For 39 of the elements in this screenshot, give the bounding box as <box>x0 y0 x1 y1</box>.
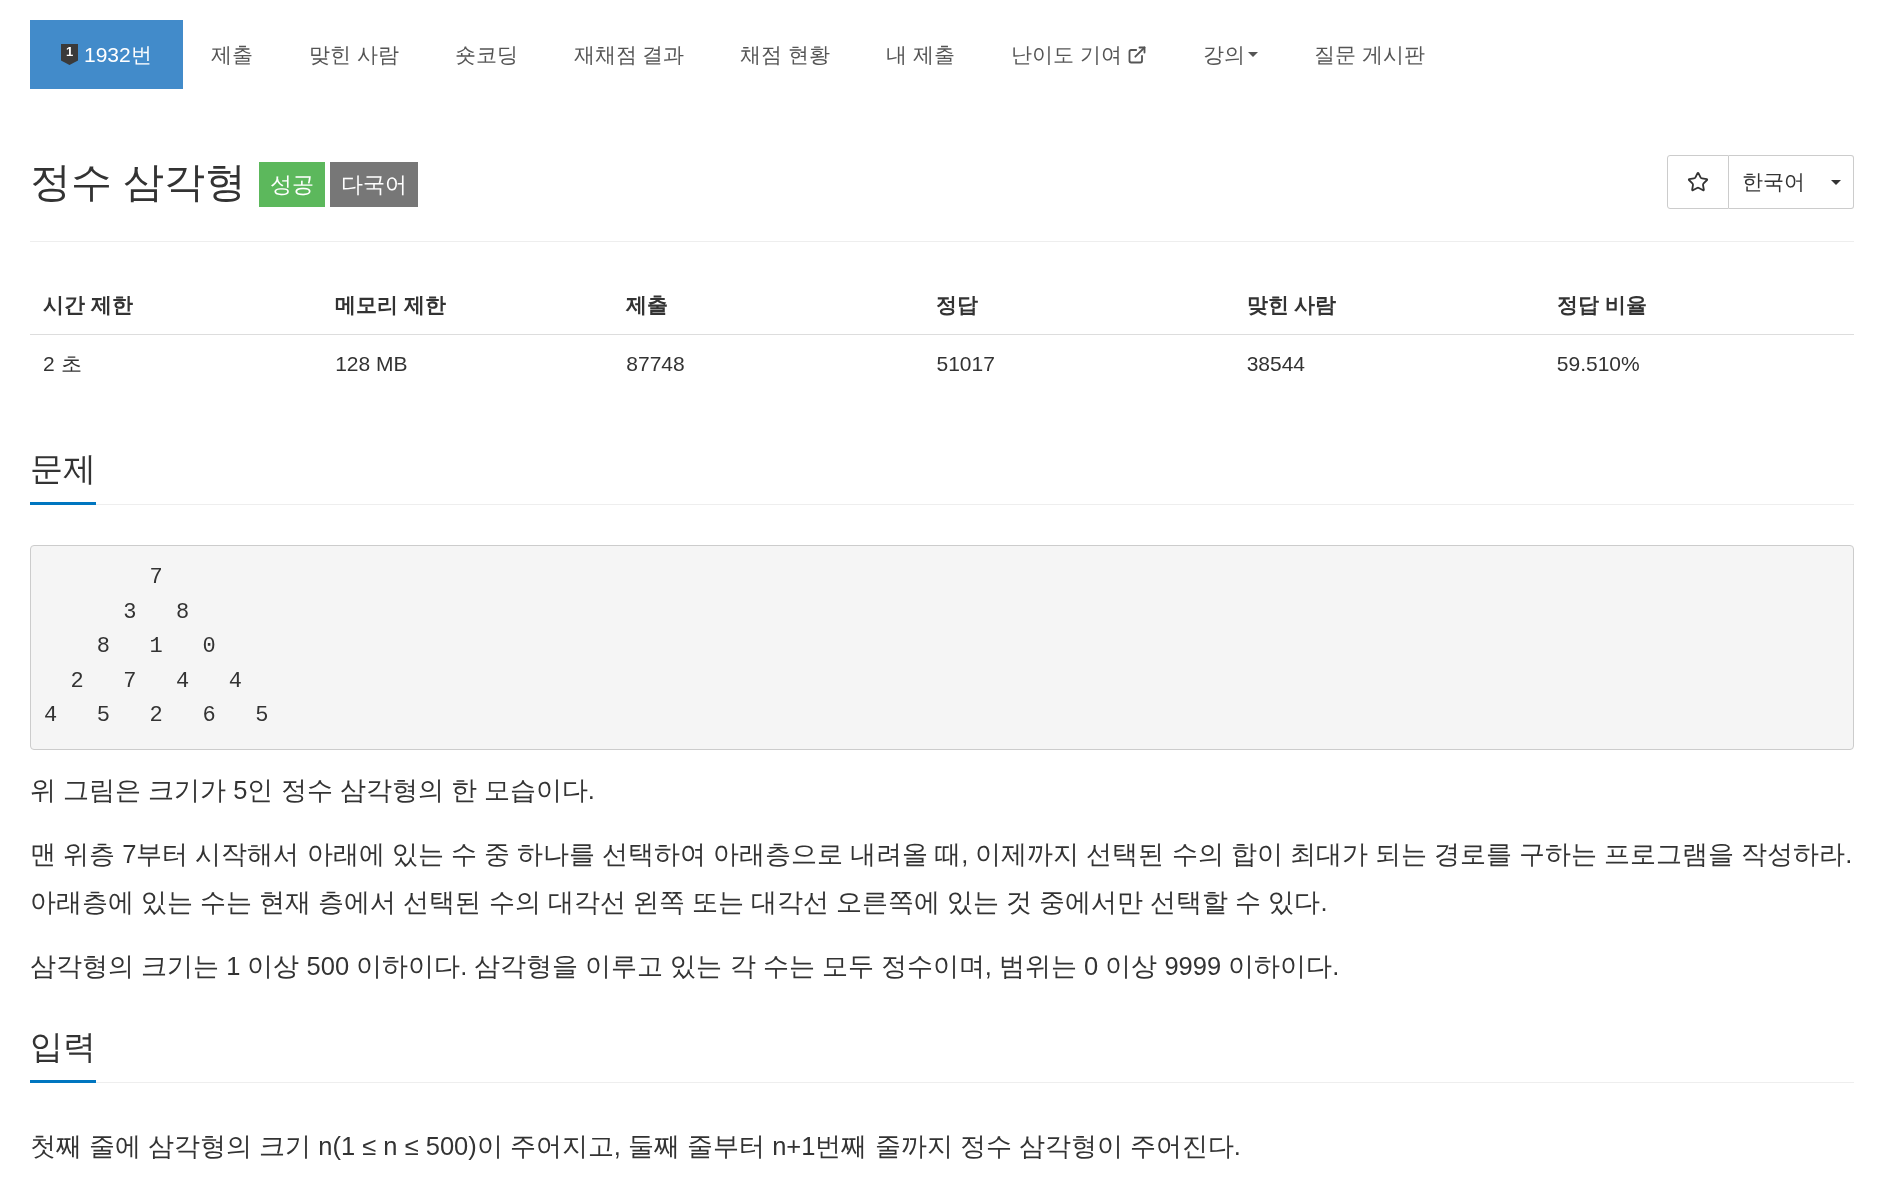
table-cell: 2 초 <box>30 334 323 393</box>
nav-tab[interactable]: 강의 <box>1174 20 1286 89</box>
level-badge: 1 <box>61 44 78 65</box>
table-cell: 128 MB <box>322 334 614 393</box>
column-header: 메모리 제한 <box>322 276 614 335</box>
nav-tab[interactable]: 제출 <box>182 20 281 89</box>
table-cell: 59.510% <box>1543 334 1854 393</box>
table-cell: 38544 <box>1233 334 1544 393</box>
column-header: 시간 제한 <box>30 276 323 335</box>
nav-tab[interactable]: 내 제출 <box>858 20 984 89</box>
table-cell: 87748 <box>613 334 924 393</box>
problem-title: 정수 삼각형 <box>30 158 247 207</box>
problem-paragraph: 위 그림은 크기가 5인 정수 삼각형의 한 모습이다. <box>30 774 596 806</box>
nav-tab[interactable]: 질문 게시판 <box>1285 20 1453 89</box>
problem-paragraph: 삼각형의 크기는 1 이상 500 이하이다. 삼각형을 이루고 있는 각 수는 모두 정수이며, 범위는 0 이상 9999 이하이다. <box>30 950 1341 982</box>
language-dropdown[interactable]: 한국어 <box>1729 155 1854 209</box>
section-heading: 입력 <box>30 1025 96 1083</box>
nav-tab[interactable]: 1 1932번 <box>30 20 183 89</box>
favorite-button[interactable] <box>1667 155 1729 209</box>
section-heading: 문제 <box>30 448 96 505</box>
problem-paragraph: 첫째 줄에 삼각형의 크기 n(1 ≤ n ≤ 500)이 주어지고, 둘째 줄부터 n+1번째 줄까지 정수 삼각형이 주어진다. <box>30 1130 1242 1162</box>
table-cell: 51017 <box>923 334 1234 393</box>
caret-icon <box>1831 179 1841 185</box>
problem-paragraph: 맨 위층 7부터 시작해서 아래에 있는 수 중 하나를 선택하여 아래층으로 내려올 때, 이제까지 선택된 수의 합이 최대가 되는 경로를 구하는 프로그램을 작성하라. 아래층에 있는 수는 현재 층에서 선택된 수의 대각선 왼쪽 또는 대각선 오른쪽에 있는 것 중에서만 선택할 수 있다. <box>30 838 1854 918</box>
number-triangle-block: 7 3 8 8 1 0 2 7 4 4 4 5 2 6 5 <box>30 545 1854 750</box>
nav-tab[interactable]: 숏코딩 <box>426 20 546 89</box>
nav-tab[interactable]: 맞힌 사람 <box>280 20 427 89</box>
column-header: 정답 <box>923 276 1234 335</box>
external-link-icon <box>1126 44 1147 65</box>
nav-tab[interactable]: 채점 현황 <box>712 20 859 89</box>
caret-icon <box>1247 52 1258 57</box>
column-header: 제출 <box>613 276 924 335</box>
star-icon <box>1687 171 1709 193</box>
column-header: 정답 비율 <box>1543 276 1854 335</box>
status-label: 성공 <box>259 161 326 207</box>
status-label: 다국어 <box>330 161 419 207</box>
column-header: 맞힌 사람 <box>1233 276 1544 335</box>
nav-tab[interactable]: 재채점 결과 <box>545 20 713 89</box>
nav-tab[interactable]: 난이도 기여 <box>983 20 1175 89</box>
